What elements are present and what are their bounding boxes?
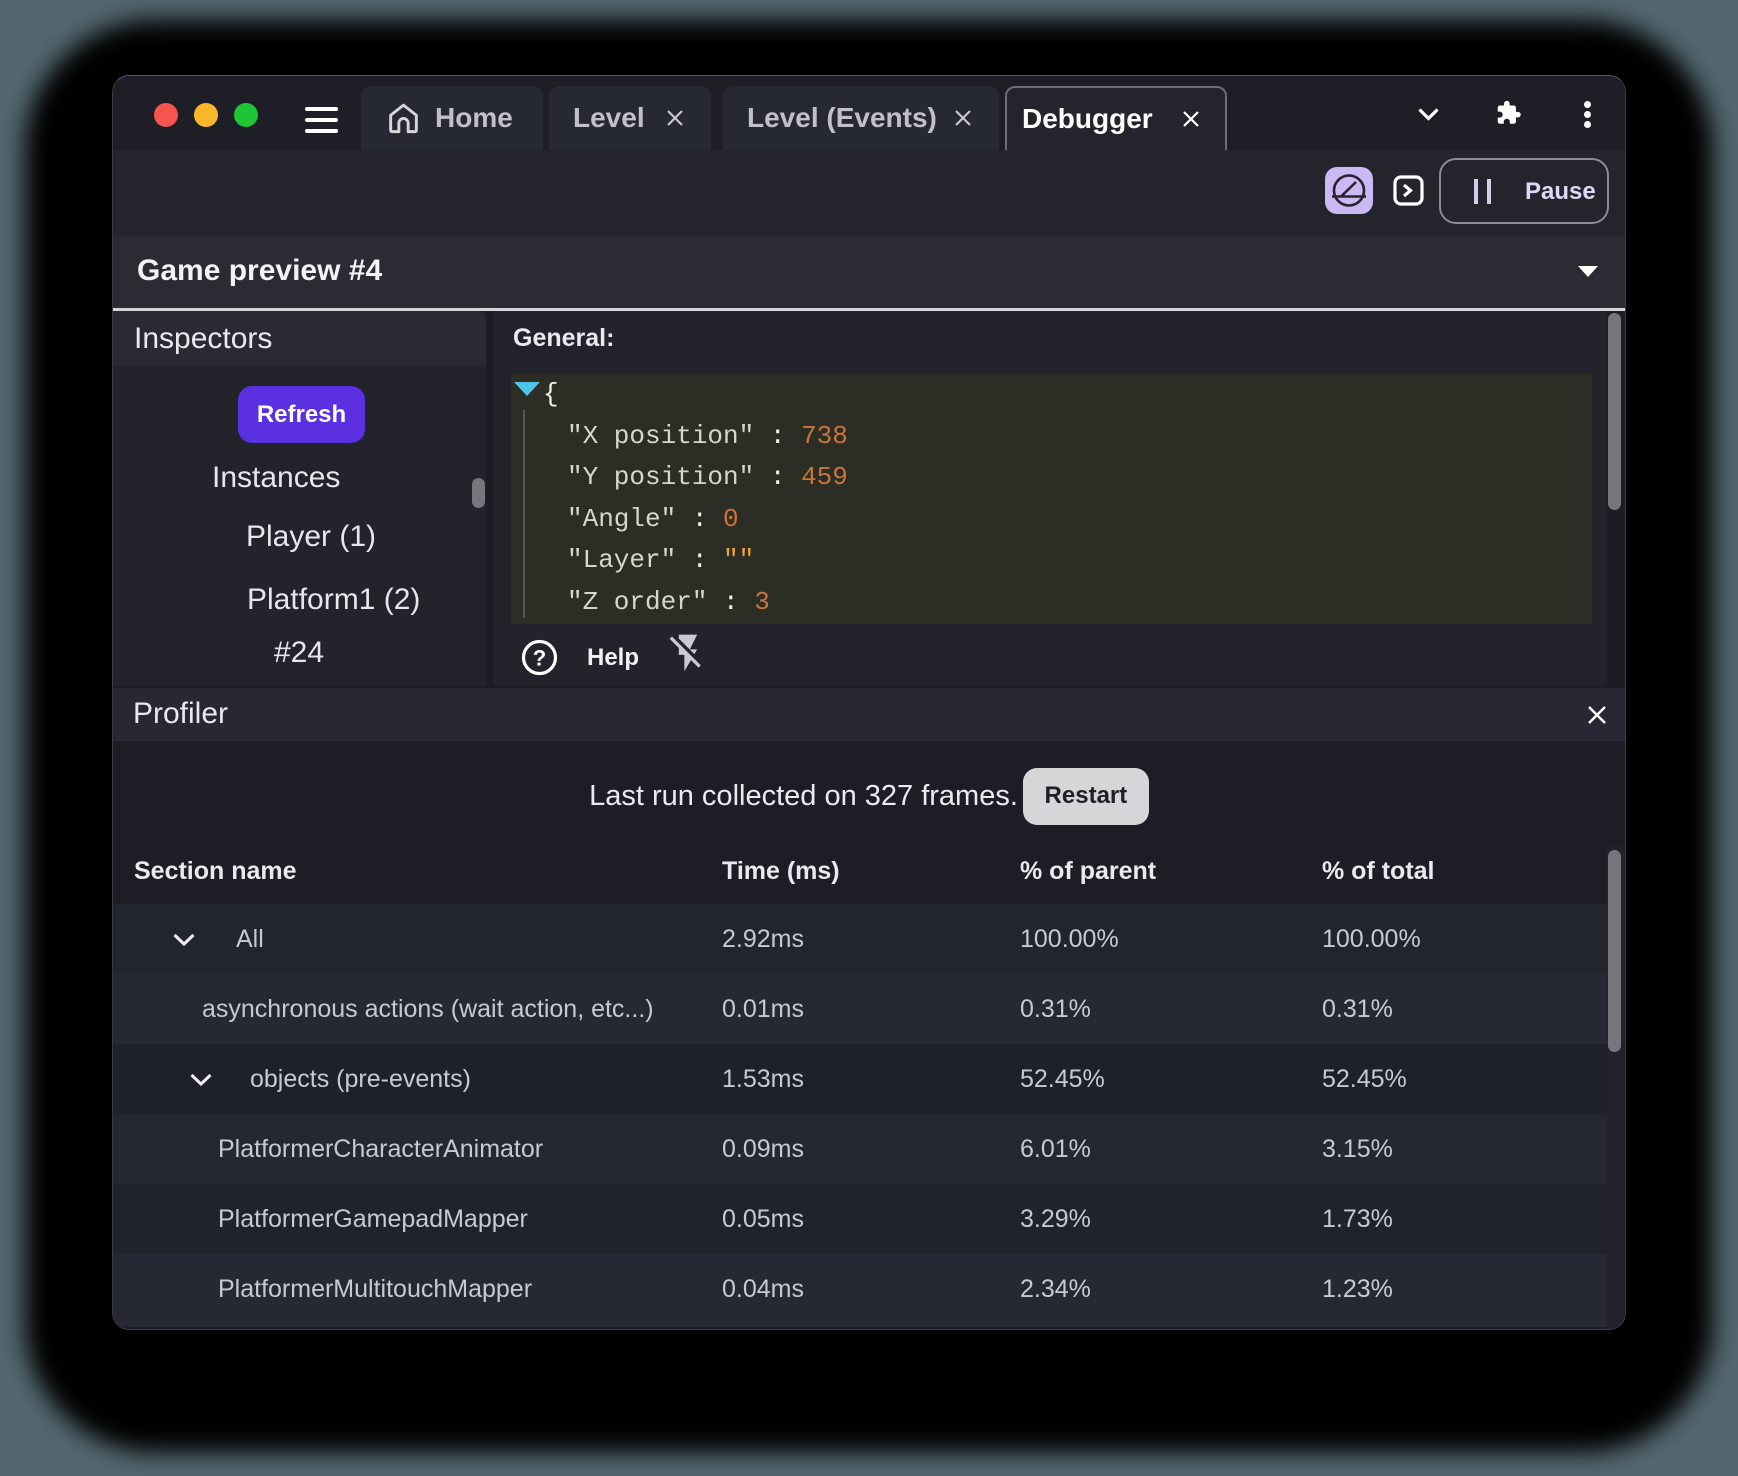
svg-text:?: ? xyxy=(533,646,546,671)
